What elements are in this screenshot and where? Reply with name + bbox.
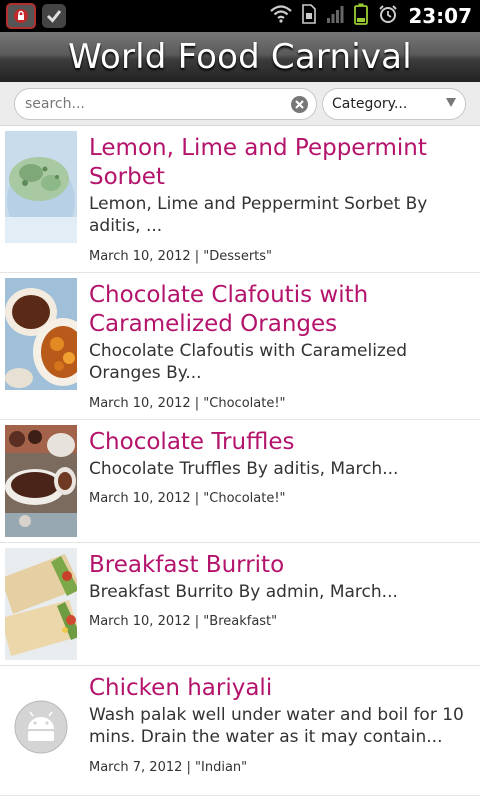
list-item[interactable]: Chicken hariyali Wash palak well under w… xyxy=(0,666,480,796)
item-meta: March 10, 2012 | "Chocolate!" xyxy=(89,396,286,411)
search-toolbar: Category... xyxy=(0,82,480,126)
item-description: Lemon, Lime and Peppermint Sorbet By adi… xyxy=(89,194,428,236)
list-item[interactable]: Chocolate Truffles Chocolate Truffles By… xyxy=(0,420,480,543)
checkmark-app-icon xyxy=(42,4,66,28)
item-meta: March 10, 2012 | "Desserts" xyxy=(89,249,273,264)
status-bar: 23:07 xyxy=(0,0,480,32)
clear-search-icon[interactable] xyxy=(291,96,308,113)
item-title: Chocolate Truffles xyxy=(89,429,295,455)
signal-icon xyxy=(326,5,344,27)
battery-icon xyxy=(354,3,369,29)
list-item[interactable]: Chocolate Clafoutis with Caramelized Ora… xyxy=(0,273,480,420)
item-description: Breakfast Burrito By admin, March... xyxy=(89,582,398,602)
app-title: World Food Carnival xyxy=(68,37,412,77)
lock-app-icon xyxy=(6,3,36,29)
category-selected-value: Category... xyxy=(332,96,408,112)
recipe-list: Lemon, Lime and Peppermint Sorbet Lemon,… xyxy=(0,126,480,796)
item-title: Breakfast Burrito xyxy=(89,552,285,578)
wifi-icon xyxy=(270,5,293,27)
android-placeholder-icon xyxy=(5,671,77,783)
status-clock: 23:07 xyxy=(408,4,472,28)
item-title: Chocolate Clafoutis with Caramelized Ora… xyxy=(89,282,369,337)
item-meta: March 7, 2012 | "Indian" xyxy=(89,760,248,775)
truffles-image xyxy=(5,425,77,537)
sorbet-image xyxy=(5,131,77,243)
search-input[interactable] xyxy=(25,89,285,119)
burrito-image xyxy=(5,548,77,660)
item-description: Chocolate Truffles By aditis, March... xyxy=(89,459,399,479)
alarm-icon xyxy=(378,4,398,28)
item-title: Lemon, Lime and Peppermint Sorbet xyxy=(89,135,427,190)
list-item[interactable]: Breakfast Burrito Breakfast Burrito By a… xyxy=(0,543,480,666)
category-select[interactable]: Category... xyxy=(322,88,466,120)
item-description: Wash palak well under water and boil for… xyxy=(89,705,464,747)
sim-icon xyxy=(302,4,317,28)
chevron-down-icon xyxy=(446,98,456,107)
clafoutis-image xyxy=(5,278,77,390)
list-item[interactable]: Lemon, Lime and Peppermint Sorbet Lemon,… xyxy=(0,126,480,273)
item-description: Chocolate Clafoutis with Caramelized Ora… xyxy=(89,341,408,383)
item-title: Chicken hariyali xyxy=(89,675,273,701)
item-meta: March 10, 2012 | "Chocolate!" xyxy=(89,491,286,506)
item-meta: March 10, 2012 | "Breakfast" xyxy=(89,614,278,629)
app-header: World Food Carnival xyxy=(0,32,480,82)
search-box[interactable] xyxy=(14,88,317,120)
